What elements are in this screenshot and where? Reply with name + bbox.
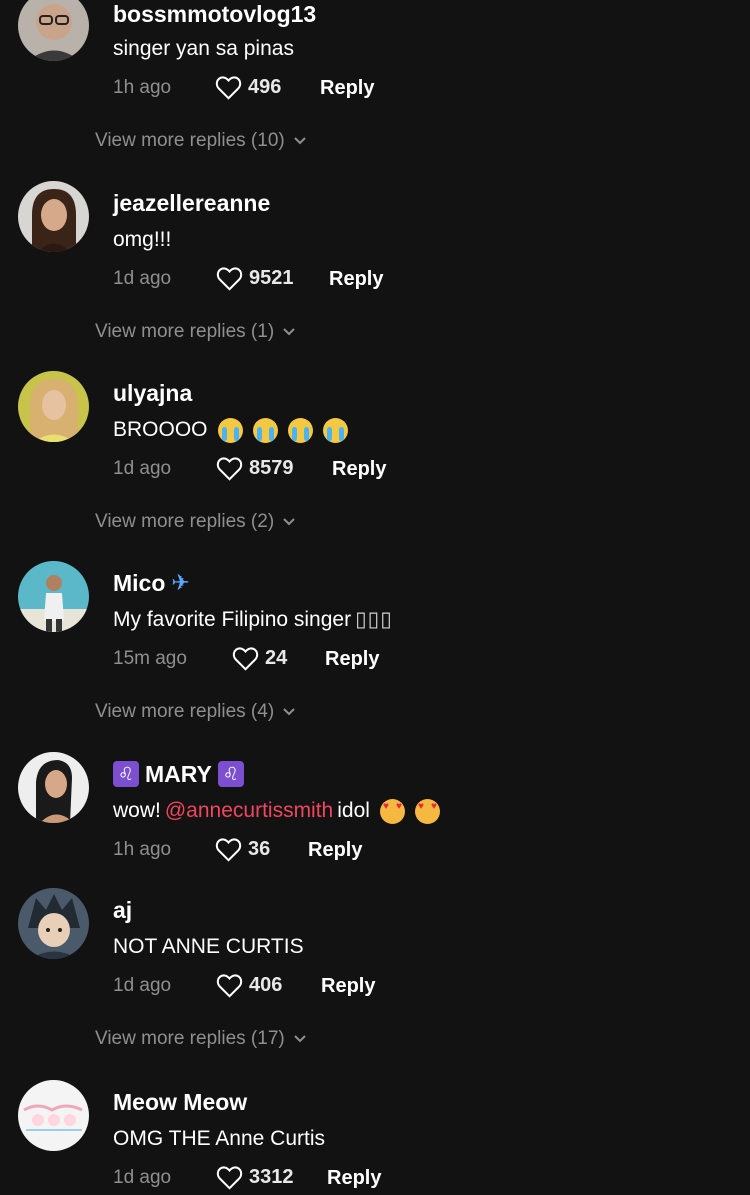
timestamp: 1d ago	[113, 975, 172, 996]
comment-text: omg!!!	[113, 228, 172, 251]
avatar[interactable]	[18, 888, 89, 959]
chevron-down-icon	[283, 328, 295, 336]
like-count: 406	[249, 974, 283, 996]
view-more-replies[interactable]: View more replies (17)	[95, 1028, 307, 1050]
avatar[interactable]	[18, 181, 89, 252]
like-count: 9521	[249, 267, 294, 289]
username-label: Mico	[113, 570, 166, 596]
heart-icon	[216, 457, 243, 481]
timestamp: 1d ago	[113, 458, 172, 479]
chevron-down-icon	[294, 137, 306, 145]
reply-button[interactable]: Reply	[329, 268, 383, 291]
username[interactable]: aj	[113, 896, 132, 924]
heart-icon	[216, 1166, 243, 1190]
avatar[interactable]	[18, 0, 89, 61]
loudly-crying-face-icon	[252, 417, 278, 443]
leo-zodiac-icon: ♌	[217, 761, 244, 787]
loudly-crying-face-icon	[322, 417, 348, 443]
timestamp: 1h ago	[113, 839, 172, 860]
reply-button[interactable]: Reply	[321, 975, 375, 998]
comment-meta: 1d ago	[113, 973, 171, 999]
comment-text: wow! @annecurtissmith idol	[113, 798, 440, 824]
avatar[interactable]	[18, 561, 89, 632]
heart-icon	[232, 647, 259, 671]
username[interactable]: ulyajna	[113, 379, 192, 407]
username[interactable]: jeazellereanne	[113, 189, 270, 217]
timestamp: 1d ago	[113, 268, 172, 289]
comment-text: BROOOO	[113, 417, 348, 443]
view-more-replies[interactable]: View more replies (10)	[95, 130, 307, 152]
like-button[interactable]: 24	[232, 646, 287, 671]
view-more-replies[interactable]: View more replies (1)	[95, 321, 296, 343]
comment-text-suffix: idol	[337, 799, 370, 822]
like-button[interactable]: 36	[215, 837, 270, 862]
like-button[interactable]: 3312	[216, 1165, 294, 1190]
username[interactable]: Mico ✈	[113, 569, 190, 597]
comment-meta: 1d ago	[113, 1165, 171, 1191]
smiling-face-with-hearts-icon	[379, 798, 405, 824]
username[interactable]: Meow Meow	[113, 1088, 247, 1116]
view-more-label: View more replies (1)	[95, 321, 275, 342]
comment-text: singer yan sa pinas	[113, 37, 294, 60]
heart-icon	[216, 974, 243, 998]
comment-meta: 1d ago	[113, 266, 171, 292]
username-label: MARY	[145, 761, 212, 787]
unrendered-glyphs: ▯▯▯	[355, 608, 393, 631]
reply-button[interactable]: Reply	[308, 839, 362, 862]
like-button[interactable]: 9521	[216, 266, 294, 291]
view-more-label: View more replies (2)	[95, 511, 275, 532]
comment-meta: 1d ago	[113, 456, 171, 482]
like-count: 8579	[249, 457, 294, 479]
like-count: 36	[248, 838, 271, 860]
view-more-replies[interactable]: View more replies (2)	[95, 511, 296, 533]
chevron-down-icon	[283, 708, 295, 716]
comment-text-label: My favorite Filipino singer	[113, 608, 352, 631]
comment-text-prefix: wow!	[113, 799, 161, 822]
heart-icon	[215, 838, 242, 862]
timestamp: 1d ago	[113, 1167, 172, 1188]
comment-text: NOT ANNE CURTIS	[113, 935, 304, 958]
comment-meta: 15m ago	[113, 646, 187, 672]
comment-text: OMG THE Anne Curtis	[113, 1127, 326, 1150]
reply-button[interactable]: Reply	[325, 648, 379, 671]
avatar[interactable]	[18, 371, 89, 442]
heart-icon	[215, 76, 242, 100]
comment-meta: 1h ago	[113, 75, 171, 101]
view-more-label: View more replies (17)	[95, 1028, 285, 1049]
timestamp: 1h ago	[113, 77, 172, 98]
leo-zodiac-icon: ♌	[113, 761, 139, 787]
timestamp: 15m ago	[113, 648, 187, 669]
loudly-crying-face-icon	[217, 417, 243, 443]
like-button[interactable]: 8579	[216, 456, 294, 481]
reply-button[interactable]: Reply	[332, 458, 386, 481]
like-button[interactable]: 496	[215, 75, 281, 100]
airplane-icon: ✈	[171, 570, 190, 595]
chevron-down-icon	[283, 518, 295, 526]
view-more-replies[interactable]: View more replies (4)	[95, 701, 296, 723]
mention-link[interactable]: @annecurtissmith	[165, 798, 333, 824]
username[interactable]: ♌ MARY ♌	[113, 760, 244, 788]
comment-text: My favorite Filipino singer ▯▯▯	[113, 607, 393, 633]
heart-icon	[216, 267, 243, 291]
like-count: 3312	[249, 1166, 294, 1188]
avatar[interactable]	[18, 752, 89, 823]
username[interactable]: bossmmotovlog13	[113, 0, 316, 28]
like-count: 24	[265, 647, 288, 669]
chevron-down-icon	[294, 1035, 306, 1043]
view-more-label: View more replies (10)	[95, 130, 285, 151]
reply-button[interactable]: Reply	[320, 77, 374, 100]
like-button[interactable]: 406	[216, 973, 282, 998]
comment-meta: 1h ago	[113, 837, 171, 863]
comment-text-label: BROOOO	[113, 418, 208, 441]
smiling-face-with-hearts-icon	[414, 798, 440, 824]
avatar[interactable]	[18, 1080, 89, 1151]
like-count: 496	[248, 76, 282, 98]
view-more-label: View more replies (4)	[95, 701, 275, 722]
loudly-crying-face-icon	[287, 417, 313, 443]
reply-button[interactable]: Reply	[327, 1167, 381, 1190]
